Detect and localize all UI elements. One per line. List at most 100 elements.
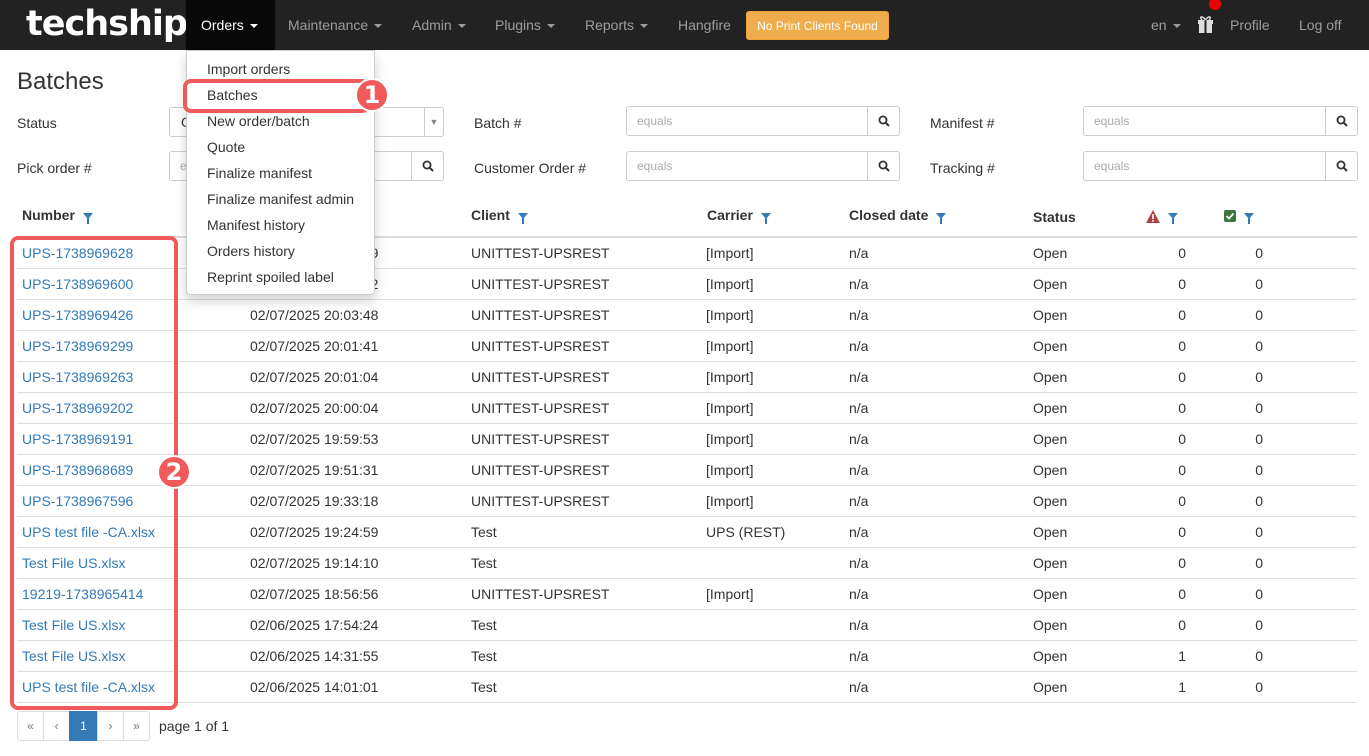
search-icon: [422, 160, 434, 172]
customer-order-input[interactable]: [626, 151, 868, 181]
customer-order-search-button[interactable]: [867, 151, 900, 181]
status-cell: Open: [1033, 431, 1068, 447]
menu-item-new-order-batch[interactable]: New order/batch: [187, 108, 374, 134]
column-header-carrier[interactable]: Carrier: [707, 207, 771, 225]
page-current-button[interactable]: 1: [69, 711, 98, 741]
batch-number-link[interactable]: UPS-1738969299: [22, 331, 133, 362]
page-prev-button[interactable]: ‹: [43, 711, 70, 741]
page-first-button[interactable]: «: [17, 711, 44, 741]
table-row[interactable]: UPS-1738969299 02/07/2025 20:01:41 UNITTES…: [17, 331, 1357, 362]
table-row[interactable]: UPS test file -CA.xlsx 02/06/2025 14:01:0…: [17, 672, 1357, 703]
menu-item-quote[interactable]: Quote: [187, 134, 374, 160]
nav-logoff[interactable]: Log off: [1299, 0, 1342, 50]
batch-number-link[interactable]: Test File US.xlsx: [22, 548, 125, 579]
batch-number-link[interactable]: UPS-1738967596: [22, 486, 133, 517]
table-row[interactable]: UPS-1738967596 02/07/2025 19:33:18 UNITTES…: [17, 486, 1357, 517]
filter-icon[interactable]: [936, 213, 947, 225]
menu-item-import-orders[interactable]: Import orders: [187, 56, 374, 82]
errors-count-cell: 0: [1178, 276, 1186, 292]
table-row[interactable]: 19219-1738965414 02/07/2025 18:56:56 UNITT…: [17, 579, 1357, 610]
status-cell: Open: [1033, 369, 1068, 385]
batch-number-link[interactable]: UPS-1738969191: [22, 424, 133, 455]
table-row[interactable]: UPS test file -CA.xlsx 02/07/2025 19:24:5…: [17, 517, 1357, 548]
menu-item-finalize-manifest-admin[interactable]: Finalize manifest admin: [187, 186, 374, 212]
nav-profile[interactable]: Profile: [1230, 0, 1270, 50]
nav-reports[interactable]: Reports: [585, 0, 649, 50]
batch-search-button[interactable]: [867, 106, 900, 136]
batch-number-link[interactable]: UPS-1738969202: [22, 393, 133, 424]
filter-icon[interactable]: [517, 213, 528, 225]
errors-count-cell: 0: [1178, 369, 1186, 385]
status-cell: Open: [1033, 307, 1068, 323]
page-last-button[interactable]: »: [123, 711, 150, 741]
batch-number-link[interactable]: Test File US.xlsx: [22, 610, 125, 641]
client-cell: UNITTEST-UPSREST: [471, 245, 610, 261]
column-header-status[interactable]: Status: [1033, 209, 1076, 225]
menu-item-reprint-spoiled-label[interactable]: Reprint spoiled label: [187, 264, 374, 290]
column-header-errors[interactable]: [1146, 207, 1178, 225]
table-row[interactable]: UPS-1738969202 02/07/2025 20:00:04 UNITTES…: [17, 393, 1357, 424]
column-header-client[interactable]: Client: [471, 207, 528, 225]
errors-count-cell: 0: [1178, 307, 1186, 323]
ok-count-cell: 0: [1255, 617, 1263, 633]
batch-number-link[interactable]: UPS-1738969628: [22, 238, 133, 269]
table-row[interactable]: UPS-1738968689 02/07/2025 19:51:31 UNITTES…: [17, 455, 1357, 486]
menu-item-orders-history[interactable]: Orders history: [187, 238, 374, 264]
table-row[interactable]: Test File US.xlsx 02/07/2025 19:14:10 Test…: [17, 548, 1357, 579]
batch-number-link[interactable]: UPS test file -CA.xlsx: [22, 672, 155, 703]
nav-hangfire[interactable]: Hangfire: [678, 0, 731, 50]
carrier-cell: [Import]: [706, 586, 754, 602]
filter-icon[interactable]: [1244, 213, 1254, 225]
status-cell: Open: [1033, 493, 1068, 509]
table-row[interactable]: Test File US.xlsx 02/06/2025 17:54:24 Test…: [17, 610, 1357, 641]
table-row[interactable]: UPS-1738969191 02/07/2025 19:59:53 UNITTES…: [17, 424, 1357, 455]
tracking-search-button[interactable]: [1325, 151, 1358, 181]
batch-number-link[interactable]: UPS-1738969263: [22, 362, 133, 393]
manifest-input[interactable]: [1083, 106, 1326, 136]
batch-number-link[interactable]: Test File US.xlsx: [22, 641, 125, 672]
column-header-number[interactable]: Number: [22, 207, 93, 225]
menu-item-finalize-manifest[interactable]: Finalize manifest: [187, 160, 374, 186]
client-cell: UNITTEST-UPSREST: [471, 586, 610, 602]
filter-icon[interactable]: [1168, 213, 1178, 225]
nav-orders[interactable]: Orders: [186, 0, 275, 50]
created-date-cell: 02/06/2025 14:01:01: [250, 679, 379, 695]
page-next-button[interactable]: ›: [97, 711, 124, 741]
errors-count-cell: 0: [1178, 431, 1186, 447]
filter-icon[interactable]: [82, 213, 93, 225]
nav-plugins[interactable]: Plugins: [495, 0, 555, 50]
table-row[interactable]: Test File US.xlsx 02/06/2025 14:31:55 Test…: [17, 641, 1357, 672]
batch-number-link[interactable]: 19219-1738965414: [22, 579, 143, 610]
nav-reports-label: Reports: [585, 17, 635, 33]
filter-icon[interactable]: [760, 213, 771, 225]
language-selector[interactable]: en: [1151, 0, 1181, 50]
batch-number-link[interactable]: UPS-1738968689: [22, 455, 133, 486]
carrier-cell: [Import]: [706, 276, 754, 292]
tracking-input[interactable]: [1083, 151, 1326, 181]
carrier-cell: [Import]: [706, 245, 754, 261]
menu-item-manifest-history[interactable]: Manifest history: [187, 212, 374, 238]
table-row[interactable]: UPS-1738969263 02/07/2025 20:01:04 UNITTES…: [17, 362, 1357, 393]
column-header-ok[interactable]: [1224, 207, 1254, 225]
chevron-down-icon: [249, 24, 258, 29]
nav-maintenance[interactable]: Maintenance: [288, 0, 383, 50]
no-print-clients-button[interactable]: No Print Clients Found: [746, 11, 889, 40]
brand-logo[interactable]: techship: [26, 0, 188, 50]
table-row[interactable]: UPS-1738969426 02/07/2025 20:03:48 UNITTES…: [17, 300, 1357, 331]
batch-number-link[interactable]: UPS-1738969600: [22, 269, 133, 300]
client-cell: UNITTEST-UPSREST: [471, 338, 610, 354]
check-icon: [1224, 210, 1236, 223]
ok-count-cell: 0: [1255, 555, 1263, 571]
batch-number-link[interactable]: UPS-1738969426: [22, 300, 133, 331]
menu-item-batches[interactable]: Batches: [187, 82, 374, 108]
gift-icon[interactable]: [1197, 14, 1214, 34]
nav-admin[interactable]: Admin: [412, 0, 466, 50]
chevron-down-icon: [546, 24, 555, 29]
pick-order-search-button[interactable]: [411, 151, 444, 181]
manifest-search-button[interactable]: [1325, 106, 1358, 136]
batch-input[interactable]: [626, 106, 868, 136]
carrier-cell: [Import]: [706, 307, 754, 323]
column-header-closed-date[interactable]: Closed date: [849, 207, 947, 225]
batch-number-link[interactable]: UPS test file -CA.xlsx: [22, 517, 155, 548]
customer-order-label: Customer Order #: [474, 160, 587, 176]
